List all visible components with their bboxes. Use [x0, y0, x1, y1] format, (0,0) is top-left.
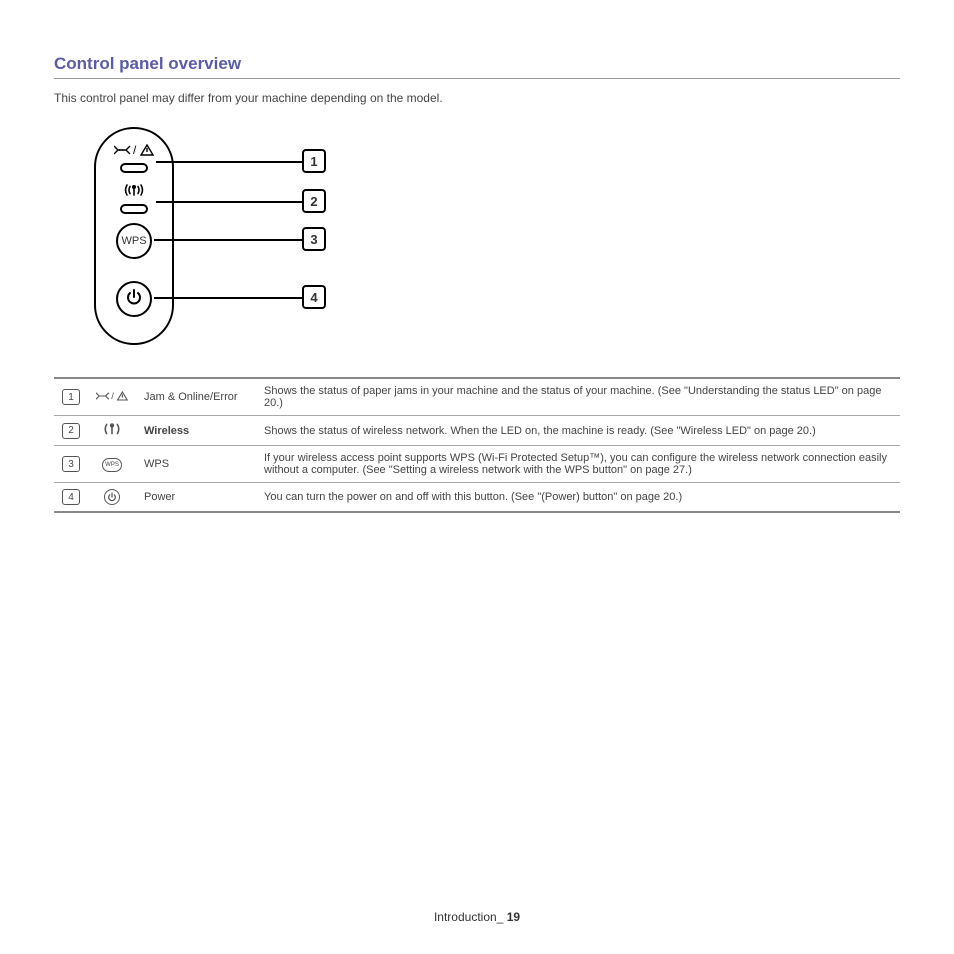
svg-text:/: /	[111, 391, 114, 402]
power-icon	[88, 483, 136, 513]
row-name: Jam & Online/Error	[136, 378, 256, 416]
callout-box-2: 2	[302, 189, 326, 213]
table-row: 3 WPS WPS If your wireless access point …	[54, 446, 900, 483]
section-title: Control panel overview	[54, 54, 900, 79]
table-row: 4 Power You can turn the power on and of…	[54, 483, 900, 513]
power-button	[116, 281, 152, 317]
callout-box-1: 1	[302, 149, 326, 173]
wireless-icon	[124, 184, 144, 201]
callout-line-4	[154, 297, 302, 299]
jam-error-icon: /	[114, 145, 154, 159]
control-panel-diagram: /	[94, 127, 900, 357]
row-name: Wireless	[136, 416, 256, 446]
power-icon	[125, 288, 143, 311]
callout-line-1	[156, 161, 302, 163]
wireless-led	[120, 204, 148, 214]
callout-line-3	[154, 239, 302, 241]
table-row: 2 Wireless Shows the status of wireless …	[54, 416, 900, 446]
description-table: 1 / Jam & Online/Error Shows the status …	[54, 377, 900, 513]
wps-icon: WPS	[88, 446, 136, 483]
jam-error-indicator: /	[114, 143, 154, 173]
callout-line-2	[156, 201, 302, 203]
row-number: 1	[62, 389, 80, 405]
row-desc: Shows the status of paper jams in your m…	[256, 378, 900, 416]
wps-label: WPS	[121, 235, 146, 247]
jam-error-led	[120, 163, 148, 173]
wireless-indicator	[120, 183, 148, 214]
footer-section: Introduction	[434, 910, 497, 924]
page-number: 19	[507, 910, 520, 924]
panel-outline: /	[94, 127, 174, 345]
row-name: Power	[136, 483, 256, 513]
row-desc: You can turn the power on and off with t…	[256, 483, 900, 513]
table-row: 1 / Jam & Online/Error Shows the status …	[54, 378, 900, 416]
page-footer: Introduction_ 19	[0, 910, 954, 924]
row-desc: Shows the status of wireless network. Wh…	[256, 416, 900, 446]
row-number: 4	[62, 489, 80, 505]
wireless-icon	[88, 416, 136, 446]
callout-box-4: 4	[302, 285, 326, 309]
row-number: 2	[62, 423, 80, 439]
row-desc: If your wireless access point supports W…	[256, 446, 900, 483]
row-name: WPS	[136, 446, 256, 483]
jam-error-icon: /	[88, 378, 136, 416]
row-number: 3	[62, 456, 80, 472]
wps-button: WPS	[116, 223, 152, 259]
callout-box-3: 3	[302, 227, 326, 251]
svg-text:/: /	[133, 144, 137, 156]
intro-text: This control panel may differ from your …	[54, 91, 900, 105]
